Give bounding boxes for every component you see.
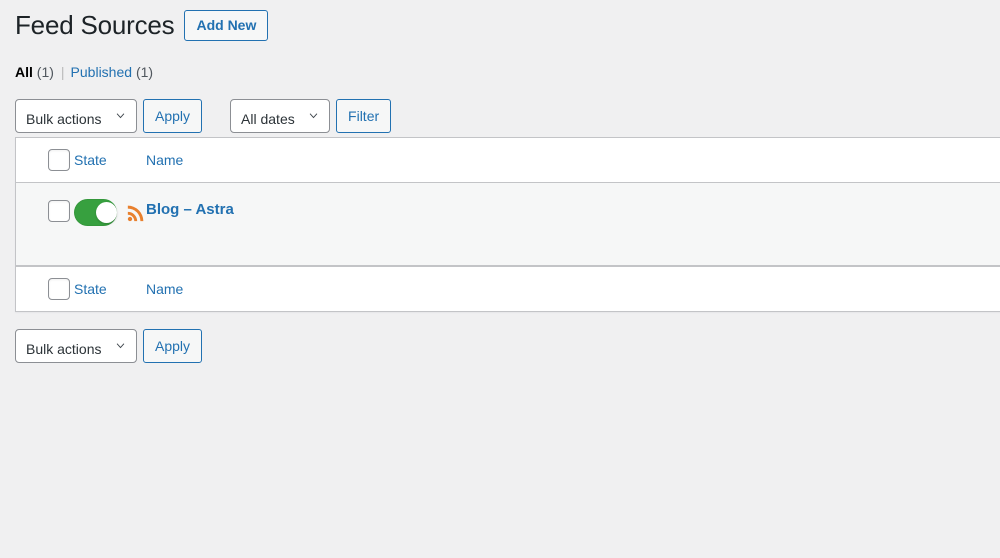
filter-item-published: Published (1) <box>71 61 154 83</box>
filter-link-published[interactable]: Published <box>71 64 133 80</box>
toggle-knob <box>96 202 117 224</box>
select-all-checkbox-bottom[interactable] <box>48 278 70 301</box>
table-head: State Name <box>16 138 1000 184</box>
page-header: Feed Sources Add New <box>0 0 1000 43</box>
header-select-all-cell <box>16 138 74 184</box>
apply-button-bottom[interactable]: Apply <box>143 329 203 364</box>
header-name-label[interactable]: Name <box>146 152 183 168</box>
tablenav-bottom: Bulk actions Apply <box>0 325 1000 367</box>
footer-select-all-cell <box>16 266 74 312</box>
tablenav-top: Bulk actions Apply All dates Filter <box>0 95 1000 137</box>
select-all-checkbox-top[interactable] <box>48 149 70 172</box>
table-body: Blog – Astra <box>16 183 1000 267</box>
footer-state-cell: State <box>74 266 146 312</box>
feed-source-title-link[interactable]: Blog – Astra <box>146 201 234 218</box>
date-filter-select[interactable]: All dates <box>230 99 331 134</box>
apply-button-top[interactable]: Apply <box>143 99 203 134</box>
header-state-label[interactable]: State <box>74 152 107 168</box>
table-foot: State Name <box>16 266 1000 312</box>
rss-icon <box>126 203 146 223</box>
bulk-actions-select-bottom[interactable]: Bulk actions <box>15 329 137 364</box>
table-footer-row: State Name <box>16 266 1000 312</box>
row-select-cell <box>16 183 74 267</box>
footer-spacer-cell <box>546 266 1000 312</box>
page-title: Feed Sources <box>15 10 175 40</box>
footer-name-cell: Name <box>146 266 546 312</box>
bulk-actions-select-top-wrap: Bulk actions <box>15 99 137 134</box>
row-name-cell: Blog – Astra <box>146 183 546 267</box>
row-checkbox[interactable] <box>48 200 70 223</box>
header-state-cell: State <box>74 138 146 184</box>
footer-name-label[interactable]: Name <box>146 281 183 297</box>
filter-separator: | <box>60 63 65 80</box>
table-header-row: State Name <box>16 138 1000 184</box>
feed-sources-table: State Name Blog – Astra State Name <box>15 137 1000 313</box>
header-name-cell: Name <box>146 138 546 184</box>
table-row: Blog – Astra <box>16 183 1000 267</box>
filter-count-published: (1) <box>135 63 154 80</box>
date-filter-select-wrap: All dates <box>230 99 331 134</box>
row-spacer-cell <box>546 183 1000 267</box>
bulk-actions-select-top[interactable]: Bulk actions <box>15 99 137 134</box>
add-new-button[interactable]: Add New <box>184 10 269 42</box>
filter-item-all: All (1) <box>15 61 54 83</box>
state-toggle-switch[interactable] <box>74 199 117 227</box>
admin-page-wrap: Feed Sources Add New All (1) | Published… <box>0 0 1000 558</box>
row-state-cell <box>74 183 146 267</box>
filter-button[interactable]: Filter <box>336 99 392 134</box>
bulk-actions-select-bottom-wrap: Bulk actions <box>15 329 137 364</box>
filter-count-all: (1) <box>36 63 54 80</box>
status-filter-links: All (1) | Published (1) <box>0 43 1000 83</box>
footer-state-label[interactable]: State <box>74 281 107 297</box>
header-spacer-cell <box>546 138 1000 184</box>
filter-link-all[interactable]: All <box>15 64 33 80</box>
